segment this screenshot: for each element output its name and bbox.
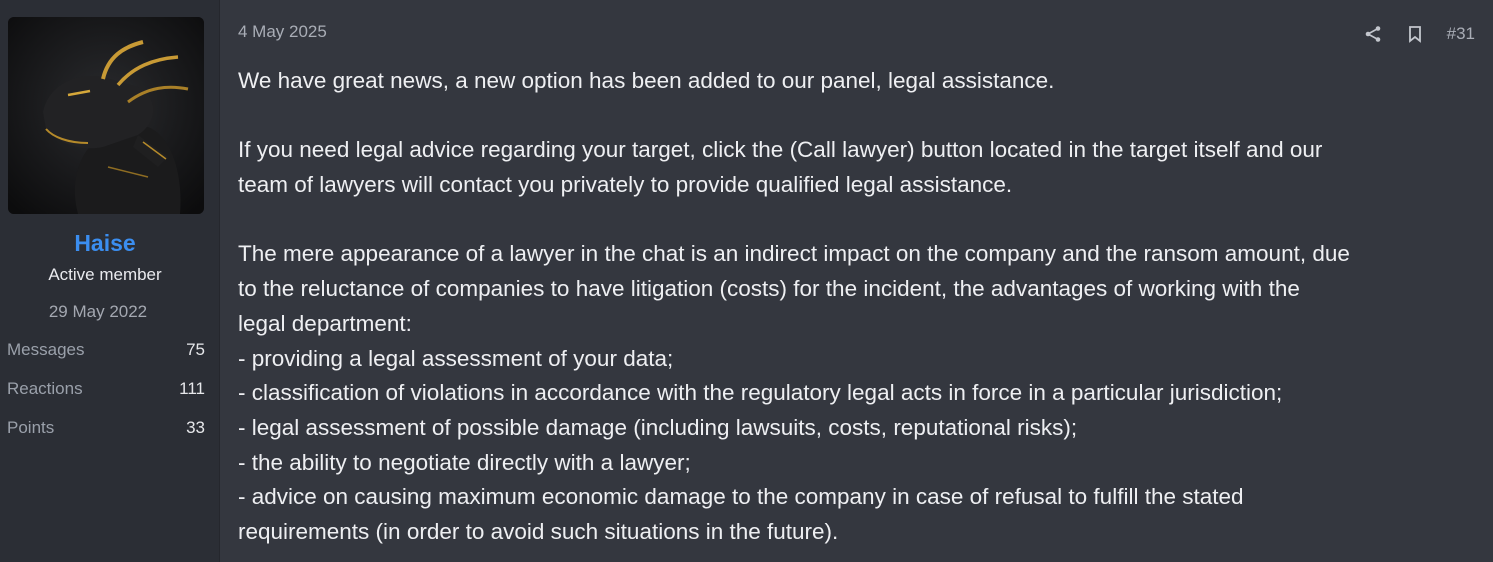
post-main: 4 May 2025 #31 We have great news, a new…	[220, 0, 1493, 562]
user-stats: Messages 75 Reactions 111 Points 33	[7, 340, 205, 457]
dragon-avatar-image	[8, 17, 204, 214]
stat-value: 75	[186, 340, 205, 359]
body-line: - legal assessment of possible damage (i…	[238, 415, 1078, 440]
share-icon[interactable]	[1363, 24, 1383, 44]
body-line: - advice on causing maximum economic dam…	[238, 484, 1244, 510]
body-line: If you need legal advice regarding your …	[238, 137, 1323, 163]
username[interactable]: Haise	[0, 230, 210, 257]
stat-label: Points	[7, 418, 55, 437]
join-date: 29 May 2022	[48, 302, 148, 321]
stat-value: 33	[186, 418, 205, 437]
forum-post: Haise Active member 29 May 2022 Messages…	[0, 0, 1493, 562]
body-line: We have great news, a new option has bee…	[238, 68, 1055, 93]
stat-row-reactions: Reactions 111	[7, 379, 205, 418]
post-body: We have great news, a new option has bee…	[238, 64, 1478, 550]
stat-row-points: Points 33	[7, 418, 205, 457]
post-actions: #31	[1363, 24, 1475, 44]
user-panel: Haise Active member 29 May 2022 Messages…	[0, 0, 220, 562]
post-date[interactable]: 4 May 2025	[238, 22, 327, 42]
body-line: to the reluctance of companies to have l…	[238, 276, 1300, 302]
body-line: - the ability to negotiate directly with…	[238, 449, 691, 475]
stat-row-messages: Messages 75	[7, 340, 205, 379]
avatar[interactable]	[8, 17, 204, 214]
body-line: The mere appearance of a lawyer in the c…	[238, 241, 1350, 267]
stat-value: 111	[179, 379, 205, 398]
body-line: legal department:	[238, 310, 412, 336]
body-line: requirements (in order to avoid such sit…	[238, 519, 839, 545]
bookmark-icon[interactable]	[1405, 24, 1425, 44]
stat-label: Messages	[7, 340, 85, 359]
user-title: Active member	[48, 265, 162, 284]
post-number-link[interactable]: #31	[1447, 24, 1475, 44]
body-line: team of lawyers will contact you private…	[238, 172, 1013, 198]
body-line: - classification of violations in accord…	[238, 380, 1283, 406]
stat-label: Reactions	[7, 379, 83, 398]
body-line: - providing a legal assessment of your d…	[238, 345, 674, 371]
